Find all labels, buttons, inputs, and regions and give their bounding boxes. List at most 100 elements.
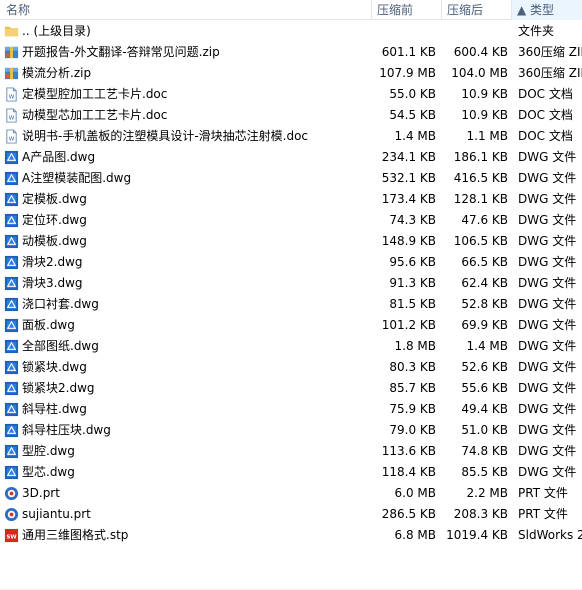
- file-type: DWG 文件: [518, 213, 577, 227]
- file-row[interactable]: 滑块2.dwg 95.6 KB 66.5 KB DWG 文件: [0, 252, 582, 273]
- file-original-size: 128.1 KB: [453, 192, 508, 206]
- file-compressed-size: 74.3 KB: [389, 213, 436, 227]
- file-compressed-size: 173.4 KB: [381, 192, 436, 206]
- dwg-icon: [4, 423, 19, 438]
- dwg-icon: [4, 297, 19, 312]
- file-name: 开题报告-外文翻译-答辩常见问题.zip: [22, 45, 220, 59]
- stp-icon: SW: [4, 528, 19, 543]
- file-compressed-size: 79.0 KB: [389, 423, 436, 437]
- file-name: 定模型腔加工工艺卡片.doc: [22, 87, 168, 101]
- file-compressed-size: 234.1 KB: [381, 150, 436, 164]
- file-compressed-size: 80.3 KB: [389, 360, 436, 374]
- doc-icon: W: [4, 108, 19, 123]
- file-original-size: 47.6 KB: [461, 213, 508, 227]
- file-row[interactable]: W 动模型芯加工工艺卡片.doc 54.5 KB 10.9 KB DOC 文档: [0, 105, 582, 126]
- file-row[interactable]: 斜导柱压块.dwg 79.0 KB 51.0 KB DWG 文件: [0, 420, 582, 441]
- file-row[interactable]: 滑块3.dwg 91.3 KB 62.4 KB DWG 文件: [0, 273, 582, 294]
- dwg-icon: [4, 192, 19, 207]
- file-original-size: 10.9 KB: [461, 87, 508, 101]
- prt-icon: [4, 486, 19, 501]
- svg-text:W: W: [9, 115, 15, 121]
- file-compressed-size: 55.0 KB: [389, 87, 436, 101]
- file-type: DWG 文件: [518, 150, 577, 164]
- file-name: 滑块2.dwg: [22, 255, 83, 269]
- dwg-icon: [4, 339, 19, 354]
- svg-text:SW: SW: [6, 534, 17, 540]
- file-name: .. (上级目录): [22, 24, 91, 38]
- file-row[interactable]: 模流分析.zip 107.9 MB 104.0 MB 360压缩 ZIP 文件: [0, 63, 582, 84]
- file-row[interactable]: 定位环.dwg 74.3 KB 47.6 KB DWG 文件: [0, 210, 582, 231]
- folder-icon: [4, 24, 19, 39]
- column-type-header[interactable]: ▲ 类型: [512, 0, 582, 20]
- file-row[interactable]: A注塑模装配图.dwg 532.1 KB 416.5 KB DWG 文件: [0, 168, 582, 189]
- file-row[interactable]: 开题报告-外文翻译-答辩常见问题.zip 601.1 KB 600.4 KB 360压…: [0, 42, 582, 63]
- file-name: 滑块3.dwg: [22, 276, 83, 290]
- file-row[interactable]: 定模板.dwg 173.4 KB 128.1 KB DWG 文件: [0, 189, 582, 210]
- file-row[interactable]: 3D.prt 6.0 MB 2.2 MB PRT 文件: [0, 483, 582, 504]
- svg-text:W: W: [9, 136, 15, 142]
- file-row[interactable]: 浇口衬套.dwg 81.5 KB 52.8 KB DWG 文件: [0, 294, 582, 315]
- file-row[interactable]: 锁紧块.dwg 80.3 KB 52.6 KB DWG 文件: [0, 357, 582, 378]
- file-row[interactable]: 型芯.dwg 118.4 KB 85.5 KB DWG 文件: [0, 462, 582, 483]
- file-type: DWG 文件: [518, 444, 577, 458]
- file-name: sujiantu.prt: [22, 507, 91, 521]
- file-original-size: 10.9 KB: [461, 108, 508, 122]
- file-name: A产品图.dwg: [22, 150, 96, 164]
- file-name: 斜导柱.dwg: [22, 402, 87, 416]
- file-original-size: 51.0 KB: [461, 423, 508, 437]
- file-type: DWG 文件: [518, 276, 577, 290]
- file-type: DOC 文档: [518, 129, 573, 143]
- file-compressed-size: 118.4 KB: [381, 465, 436, 479]
- zip-archive-icon: [4, 45, 19, 60]
- file-original-size: 1.4 MB: [466, 339, 508, 353]
- file-original-size: 600.4 KB: [453, 45, 508, 59]
- column-divider[interactable]: [441, 0, 442, 20]
- svg-text:W: W: [9, 94, 15, 100]
- dwg-icon: [4, 381, 19, 396]
- dwg-icon: [4, 276, 19, 291]
- file-compressed-size: 1.4 MB: [394, 129, 436, 143]
- file-compressed-size: 75.9 KB: [389, 402, 436, 416]
- file-type: 360压缩 ZIP 文件: [518, 45, 582, 59]
- file-row[interactable]: 动模板.dwg 148.9 KB 106.5 KB DWG 文件: [0, 231, 582, 252]
- file-compressed-size: 148.9 KB: [381, 234, 436, 248]
- column-divider[interactable]: [371, 0, 372, 20]
- file-row[interactable]: A产品图.dwg 234.1 KB 186.1 KB DWG 文件: [0, 147, 582, 168]
- file-row[interactable]: 斜导柱.dwg 75.9 KB 49.4 KB DWG 文件: [0, 399, 582, 420]
- file-type: DWG 文件: [518, 402, 577, 416]
- doc-icon: W: [4, 129, 19, 144]
- file-original-size: 69.9 KB: [461, 318, 508, 332]
- dwg-icon: [4, 234, 19, 249]
- file-row[interactable]: 锁紧块2.dwg 85.7 KB 55.6 KB DWG 文件: [0, 378, 582, 399]
- file-original-size: 52.6 KB: [461, 360, 508, 374]
- file-row[interactable]: 面板.dwg 101.2 KB 69.9 KB DWG 文件: [0, 315, 582, 336]
- file-type: PRT 文件: [518, 486, 568, 500]
- prt-icon: [4, 507, 19, 522]
- file-type: DOC 文档: [518, 108, 573, 122]
- file-row[interactable]: W 说明书-手机盖板的注塑模具设计-滑块抽芯注射模.doc 1.4 MB 1.1 MB…: [0, 126, 582, 147]
- file-compressed-size: 532.1 KB: [381, 171, 436, 185]
- file-name: 锁紧块.dwg: [22, 360, 87, 374]
- file-compressed-size: 6.0 MB: [394, 486, 436, 500]
- dwg-icon: [4, 213, 19, 228]
- file-row[interactable]: W 定模型腔加工工艺卡片.doc 55.0 KB 10.9 KB DOC 文档: [0, 84, 582, 105]
- file-original-size: 416.5 KB: [453, 171, 508, 185]
- file-type: DWG 文件: [518, 339, 577, 353]
- file-compressed-size: 91.3 KB: [389, 276, 436, 290]
- file-name: 模流分析.zip: [22, 66, 92, 80]
- file-compressed-size: 81.5 KB: [389, 297, 436, 311]
- file-row[interactable]: .. (上级目录) 文件夹: [0, 21, 582, 42]
- file-row[interactable]: 型腔.dwg 113.6 KB 74.8 KB DWG 文件: [0, 441, 582, 462]
- file-row[interactable]: SW 通用三维图格式.stp 6.8 MB 1019.4 KB SldWorks 2: [0, 525, 582, 546]
- file-type: DWG 文件: [518, 234, 577, 248]
- file-row[interactable]: 全部图纸.dwg 1.8 MB 1.4 MB DWG 文件: [0, 336, 582, 357]
- column-name-header[interactable]: 名称: [6, 0, 30, 20]
- column-compressed-header[interactable]: 压缩前: [377, 0, 413, 20]
- file-type: SldWorks 2: [518, 528, 582, 542]
- file-name: 动模板.dwg: [22, 234, 87, 248]
- file-row[interactable]: sujiantu.prt 286.5 KB 208.3 KB PRT 文件: [0, 504, 582, 525]
- file-name: 型芯.dwg: [22, 465, 75, 479]
- dwg-icon: [4, 465, 19, 480]
- column-original-header[interactable]: 压缩后: [447, 0, 483, 20]
- file-compressed-size: 95.6 KB: [389, 255, 436, 269]
